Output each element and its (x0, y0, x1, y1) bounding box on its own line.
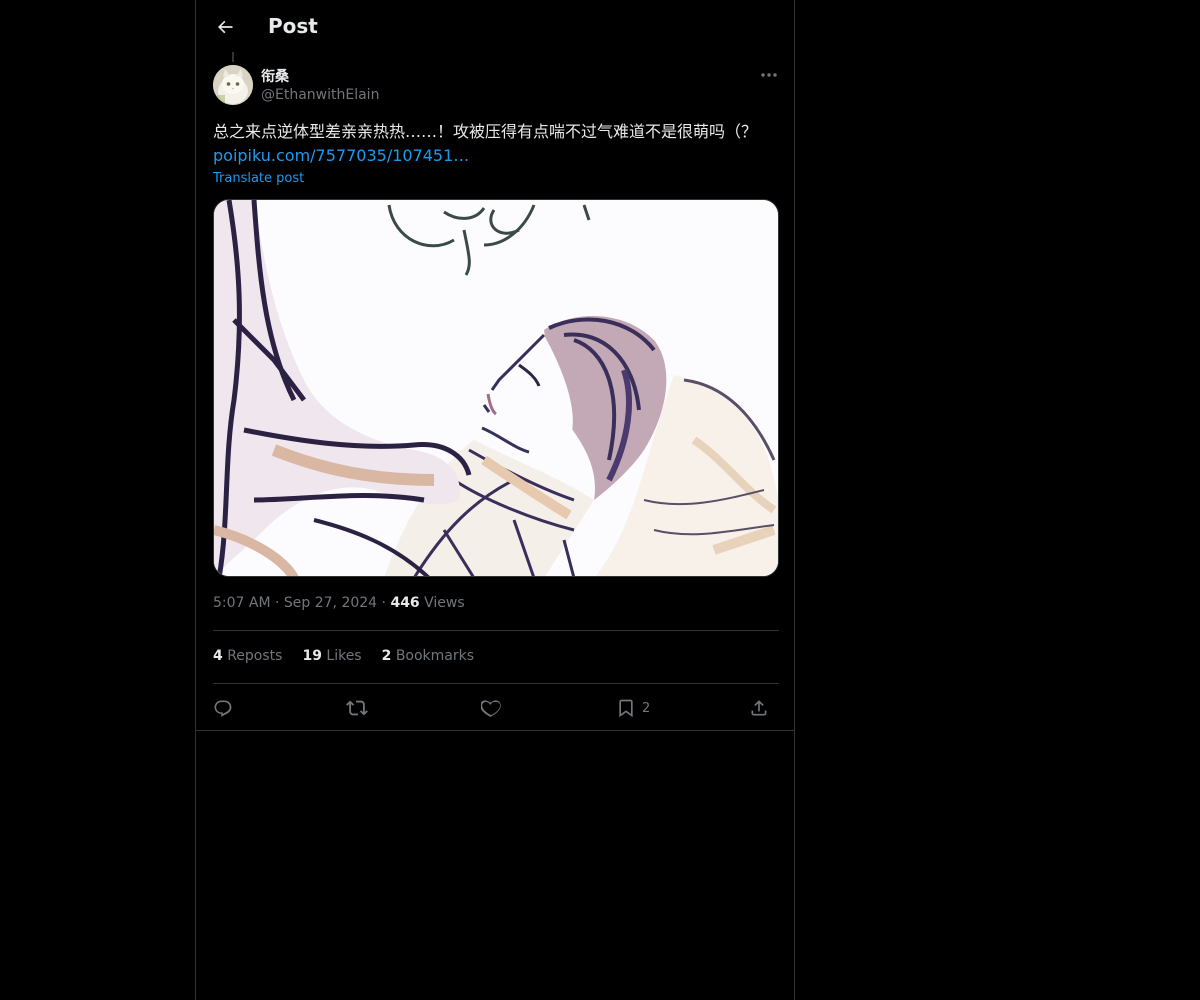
bookmarks-stat[interactable]: 2 Bookmarks (382, 648, 474, 664)
more-icon (761, 73, 777, 77)
back-button[interactable] (210, 12, 240, 42)
translate-post-link[interactable]: Translate post (213, 171, 304, 186)
likes-count: 19 (302, 648, 322, 664)
bookmark-count: 2 (642, 700, 651, 716)
views-count: 446 (390, 595, 420, 611)
reposts-count: 4 (213, 648, 223, 664)
reply-button[interactable] (213, 694, 233, 722)
post-column: Post 衔桑 @EthanwithElain 总之来点逆体型差亲亲热热……！攻… (195, 0, 795, 1000)
avatar-image (213, 65, 253, 105)
engagement-stats: 4 Reposts 19 Likes 2 Bookmarks (213, 648, 474, 664)
likes-label: Likes (326, 648, 362, 664)
like-button[interactable] (481, 694, 501, 722)
divider (213, 683, 779, 684)
more-button[interactable] (756, 64, 782, 86)
reposts-label: Reposts (227, 648, 283, 664)
back-arrow-icon (218, 20, 233, 34)
meta-separator: · (275, 595, 280, 611)
likes-stat[interactable]: 19 Likes (302, 648, 361, 664)
post-date[interactable]: Sep 27, 2024 (284, 595, 377, 611)
like-icon (481, 700, 501, 717)
avatar[interactable] (213, 65, 253, 105)
repost-icon (346, 700, 368, 716)
meta-separator: · (381, 595, 386, 611)
author-handle[interactable]: @EthanwithElain (261, 87, 379, 103)
post-body: 总之来点逆体型差亲亲热热……！攻被压得有点喘不过气难道不是很萌吗（？ (213, 122, 758, 141)
post-header: Post (196, 0, 794, 54)
bookmarks-label: Bookmarks (395, 648, 475, 664)
post-image[interactable] (213, 199, 779, 577)
thread-connector (232, 52, 234, 62)
divider (213, 630, 779, 631)
share-icon (751, 700, 767, 716)
share-button[interactable] (749, 694, 769, 722)
page-title: Post (268, 14, 318, 38)
repost-button[interactable] (346, 694, 368, 722)
post-link[interactable]: poipiku.com/7577035/107451… (213, 146, 469, 165)
reposts-stat[interactable]: 4 Reposts (213, 648, 282, 664)
author-name[interactable]: 衔桑 (261, 66, 289, 86)
views-label: Views (424, 595, 465, 611)
post-meta: 5:07 AM · Sep 27, 2024 · 446 Views (213, 595, 465, 611)
bookmarks-count: 2 (381, 648, 392, 664)
bookmark-button[interactable]: 2 (616, 694, 650, 722)
reply-icon (214, 700, 232, 717)
action-bar: 2 (213, 694, 779, 722)
illustration (214, 200, 778, 576)
divider (196, 730, 794, 731)
bookmark-icon (619, 699, 633, 718)
post-time[interactable]: 5:07 AM (213, 595, 271, 611)
post-text: 总之来点逆体型差亲亲热热……！攻被压得有点喘不过气难道不是很萌吗（？ poipik… (213, 120, 778, 168)
